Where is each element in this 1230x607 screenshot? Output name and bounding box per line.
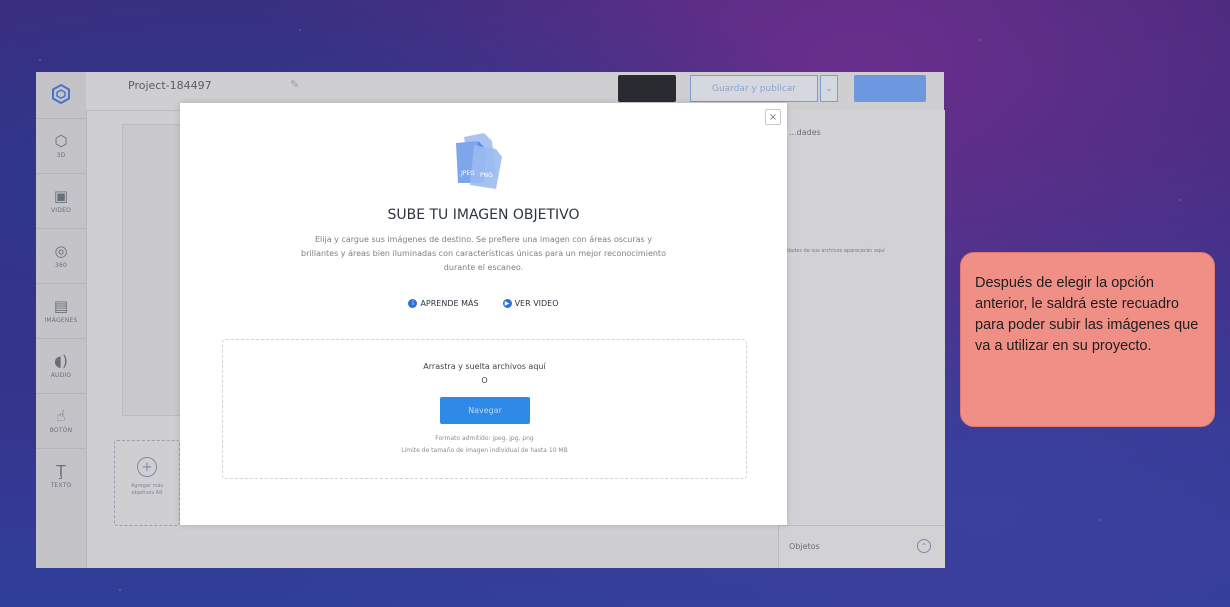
modal-title: SUBE TU IMAGEN OBJETIVO bbox=[387, 207, 580, 223]
sidebar-item-label: IMÁGENES bbox=[44, 317, 78, 324]
sidebar-item-360[interactable]: ◎ 360 bbox=[36, 228, 86, 283]
play-icon: ▶ bbox=[502, 299, 512, 308]
learn-more-label: APRENDE MÁS bbox=[420, 299, 479, 308]
sidebar-item-audio[interactable]: ◖) AUDIO bbox=[36, 338, 86, 393]
image-files-icon: JPEG PNG bbox=[456, 133, 502, 189]
jpeg-badge: JPEG bbox=[460, 170, 475, 177]
sidebar-item-label: BOTÓN bbox=[49, 427, 73, 434]
button-icon: ☝ bbox=[56, 407, 66, 425]
drag-drop-text: Arrastra y suelta archivos aquí bbox=[423, 362, 546, 371]
modal-description: Elija y cargue sus imágenes de destino. … bbox=[301, 235, 666, 272]
close-icon[interactable]: × bbox=[765, 109, 781, 125]
callout-text: Después de elegir la opción anterior, le… bbox=[975, 275, 1199, 354]
annotation-callout: Después de elegir la opción anterior, le… bbox=[960, 252, 1215, 427]
info-icon: i bbox=[408, 299, 418, 308]
sidebar-item-label: 360 bbox=[54, 262, 68, 269]
360-icon: ◎ bbox=[54, 242, 68, 260]
sidebar-item-3d[interactable]: ⬡ 3D bbox=[36, 118, 86, 173]
add-ar-target-button[interactable]: + Agregar más objetivos AR bbox=[114, 440, 180, 526]
app-logo bbox=[36, 72, 86, 118]
audio-icon: ◖) bbox=[54, 352, 68, 370]
cube-icon: ⬡ bbox=[54, 132, 68, 150]
file-dropzone[interactable]: Arrastra y suelta archivos aquí O Navega… bbox=[222, 339, 747, 479]
sidebar-item-images[interactable]: ▤ IMÁGENES bbox=[36, 283, 86, 338]
sidebar-item-video[interactable]: ▣ VIDEO bbox=[36, 173, 86, 228]
sidebar-item-button[interactable]: ☝ BOTÓN bbox=[36, 393, 86, 448]
sidebar: ⬡ 3D ▣ VIDEO ◎ 360 ▤ IMÁGENES ◖) AUDIO ☝… bbox=[36, 72, 87, 568]
png-badge: PNG bbox=[480, 172, 493, 179]
browse-button[interactable]: Navegar bbox=[440, 397, 530, 424]
watch-video-label: VER VIDEO bbox=[514, 299, 559, 308]
pencil-icon[interactable]: ✎ bbox=[290, 78, 299, 91]
watch-video-link[interactable]: ▶ VER VIDEO bbox=[502, 299, 559, 308]
hexagon-logo-icon bbox=[52, 84, 70, 104]
expand-icon[interactable]: ⌃ bbox=[917, 539, 931, 553]
video-icon: ▣ bbox=[53, 187, 69, 205]
properties-note: ...edades de sus archivos aparecerán aqu… bbox=[779, 248, 885, 254]
learn-more-link[interactable]: i APRENDE MÁS bbox=[408, 299, 479, 308]
help-links: i APRENDE MÁS ▶ VER VIDEO bbox=[180, 299, 787, 308]
sidebar-item-label: VIDEO bbox=[50, 207, 71, 214]
sidebar-item-label: TEXTO bbox=[50, 482, 72, 489]
images-icon: ▤ bbox=[53, 297, 69, 315]
sidebar-item-label: AUDIO bbox=[50, 372, 72, 379]
or-separator: O bbox=[481, 376, 488, 385]
save-publish-button[interactable]: Guardar y publicar bbox=[690, 75, 818, 102]
sidebar-item-text[interactable]: Ţ TEXTO bbox=[36, 448, 86, 503]
supported-formats: Formato admitido: jpeg, jpg, png bbox=[435, 435, 534, 442]
properties-title: ...dades bbox=[789, 128, 821, 137]
objects-section[interactable]: Objetos ⌃ bbox=[779, 525, 945, 568]
project-name[interactable]: Project-184497 bbox=[128, 79, 212, 92]
objects-label: Objetos bbox=[789, 542, 820, 551]
plus-icon: + bbox=[137, 457, 157, 477]
size-limit: Límite de tamaño de imagen individual de… bbox=[401, 447, 568, 454]
sidebar-item-label: 3D bbox=[56, 152, 66, 159]
preview-button[interactable] bbox=[618, 75, 676, 102]
primary-action-button[interactable] bbox=[854, 75, 926, 102]
add-ar-target-label: Agregar más objetivos AR bbox=[130, 483, 164, 496]
properties-panel: ...dades ...edades de sus archivos apare… bbox=[778, 110, 945, 568]
text-icon: Ţ bbox=[56, 462, 66, 480]
chevron-down-icon[interactable]: ⌄ bbox=[820, 75, 838, 102]
upload-target-modal: × JPEG PNG SUBE TU IMAGEN OBJETIVO Elija… bbox=[180, 103, 787, 525]
